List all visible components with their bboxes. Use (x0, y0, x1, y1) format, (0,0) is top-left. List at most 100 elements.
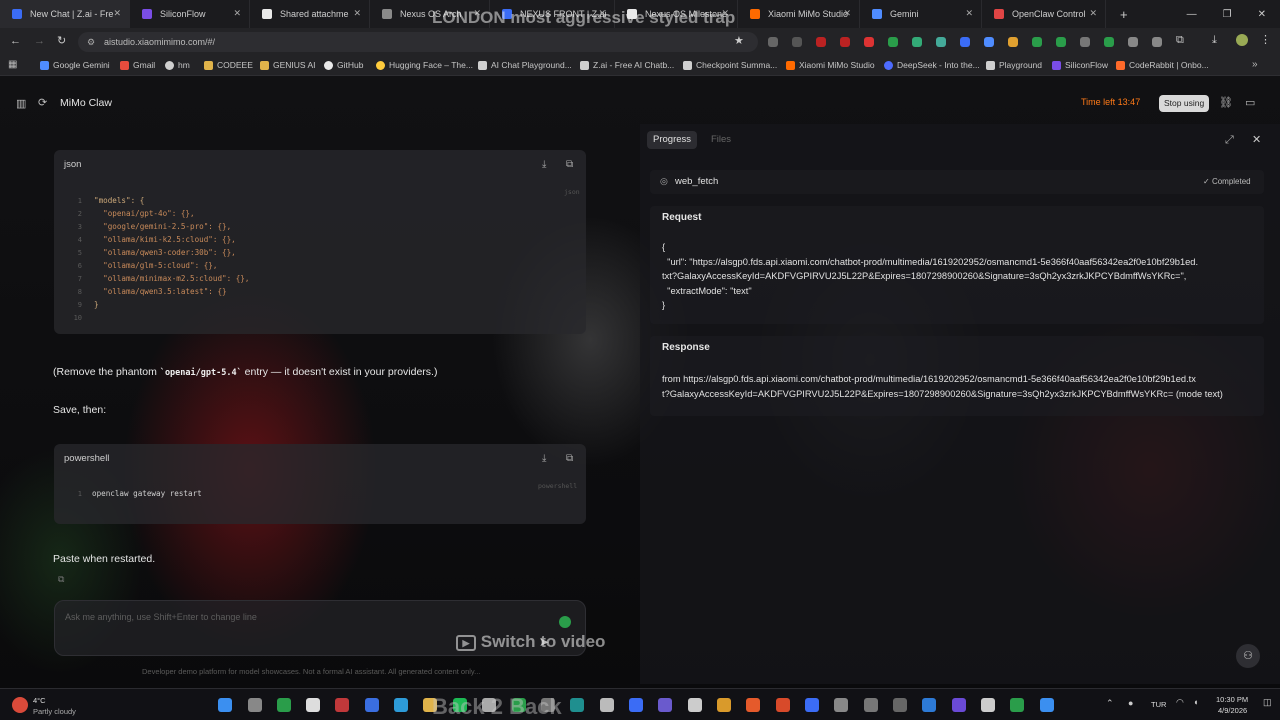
close-tab-icon[interactable]: ✕ (1089, 8, 1097, 19)
bookmark-item[interactable]: Hugging Face – The... (376, 60, 473, 70)
download-icon[interactable]: ⤓ (542, 453, 546, 464)
bookmark-item[interactable]: Xiaomi MiMo Studio (786, 60, 875, 70)
taskbar-app-icon[interactable] (776, 698, 790, 712)
extension-icon[interactable] (816, 37, 826, 47)
copy-message-icon[interactable]: ⧉ (58, 574, 64, 585)
browser-tab[interactable]: SiliconFlow ✕ (130, 0, 250, 28)
bookmark-folder[interactable]: CODEEE (204, 60, 253, 70)
taskbar-app-icon[interactable] (335, 698, 349, 712)
bookmark-item[interactable]: Playground (986, 60, 1042, 70)
back-icon[interactable]: ← (10, 35, 21, 47)
extension-icon[interactable] (864, 37, 874, 47)
model-indicator-icon[interactable] (559, 616, 571, 628)
taskbar-app-icon[interactable] (306, 698, 320, 712)
vscode-icon[interactable] (922, 698, 936, 712)
minimize-icon[interactable]: — (1187, 9, 1197, 20)
close-tab-icon[interactable]: ✕ (353, 8, 361, 19)
bookmark-item[interactable]: AI Chat Playground... (478, 60, 572, 70)
tab-progress[interactable]: Progress (647, 131, 698, 149)
tab-files[interactable]: Files (711, 134, 731, 145)
clock-date[interactable]: 4/9/2026 (1218, 706, 1247, 715)
extension-icon[interactable] (1032, 37, 1042, 47)
taskbar-app-icon[interactable] (629, 698, 643, 712)
taskbar-app-icon[interactable] (952, 698, 966, 712)
taskbar-app-icon[interactable] (1010, 698, 1024, 712)
taskbar-app-icon[interactable] (365, 698, 379, 712)
forward-icon[interactable]: → (34, 35, 45, 47)
extension-icon[interactable] (984, 37, 994, 47)
browser-tab[interactable]: OpenClaw Control ✕ (982, 0, 1106, 28)
extension-icon[interactable] (888, 37, 898, 47)
close-tab-icon[interactable]: ✕ (233, 8, 241, 19)
site-info-icon[interactable]: ⚙ (87, 32, 95, 52)
extension-icon[interactable] (1008, 37, 1018, 47)
close-tab-icon[interactable]: ✕ (965, 8, 973, 19)
taskbar-app-icon[interactable] (658, 698, 672, 712)
url-bar[interactable]: ⚙ aistudio.xiaomimimo.com/#/ (78, 32, 758, 52)
bookmark-item[interactable]: SiliconFlow (1052, 60, 1108, 70)
extension-icon[interactable] (936, 37, 946, 47)
bookmark-star-icon[interactable]: ★ (734, 34, 744, 47)
download-icon[interactable]: ⤓ (542, 159, 546, 170)
new-chat-icon[interactable]: ⟳ (38, 96, 47, 109)
bookmark-item[interactable]: hm (165, 60, 190, 70)
extension-icon[interactable] (840, 37, 850, 47)
edge-browser-icon[interactable] (394, 698, 408, 712)
extension-icon[interactable] (912, 37, 922, 47)
taskbar-app-icon[interactable] (981, 698, 995, 712)
bookmark-item[interactable]: Gmail (120, 60, 155, 70)
share-link-icon[interactable]: ⛓ (1219, 96, 1233, 109)
profile-avatar[interactable] (1236, 34, 1248, 46)
taskbar-app-icon[interactable] (688, 698, 702, 712)
switch-to-video-overlay[interactable]: ▶ Switch to video (456, 632, 605, 652)
taskbar-app-icon[interactable] (805, 698, 819, 712)
taskbar-app-icon[interactable] (600, 698, 614, 712)
download-icon[interactable]: ⤓ (1212, 34, 1217, 47)
stop-using-button[interactable]: Stop using (1159, 95, 1210, 112)
extension-icon[interactable] (1056, 37, 1066, 47)
close-panel-icon[interactable]: ✕ (1252, 133, 1261, 146)
clock-time[interactable]: 10:30 PM (1216, 695, 1248, 704)
weather-icon[interactable] (12, 697, 28, 713)
taskbar-app-icon[interactable] (834, 698, 848, 712)
taskbar-app-icon[interactable] (864, 698, 878, 712)
browser-tab[interactable]: Shared attachme ✕ (250, 0, 370, 28)
extension-icon[interactable] (960, 37, 970, 47)
close-tab-icon[interactable]: ✕ (843, 8, 851, 19)
folder-icon[interactable]: ▭ (1245, 96, 1255, 109)
extension-icon[interactable] (768, 37, 778, 47)
extension-icon[interactable] (1128, 37, 1138, 47)
input-language[interactable]: TUR (1151, 700, 1166, 709)
bookmark-item[interactable]: CodeRabbit | Onbo... (1116, 60, 1209, 70)
copy-icon[interactable]: ⧉ (566, 159, 573, 170)
menu-kebab-icon[interactable]: ⋮ (1260, 33, 1271, 46)
start-windows-icon[interactable] (218, 698, 232, 712)
browser-tab[interactable]: New Chat | Z.ai - Fre ✕ (0, 0, 130, 28)
terminal-icon[interactable] (893, 698, 907, 712)
search-icon[interactable] (248, 698, 262, 712)
bookmark-item[interactable]: Google Gemini (40, 60, 110, 70)
maximize-icon[interactable]: ❐ (1223, 9, 1232, 20)
wifi-icon[interactable]: ◠ (1176, 697, 1184, 708)
browser-tab[interactable]: Gemini ✕ (860, 0, 982, 28)
bookmark-item[interactable]: DeepSeek - Into the... (884, 60, 980, 70)
bookmark-item[interactable]: GitHub (324, 60, 363, 70)
reload-icon[interactable]: ↻ (57, 34, 66, 47)
browser-tab[interactable]: Xiaomi MiMo Studio ✕ (738, 0, 860, 28)
extension-icon[interactable] (1080, 37, 1090, 47)
extension-icon[interactable] (792, 37, 802, 47)
copy-icon[interactable]: ⧉ (566, 453, 573, 464)
bookmark-folder[interactable]: GENIUS AI (260, 60, 316, 70)
bookmark-item[interactable]: Checkpoint Summa... (683, 60, 777, 70)
new-tab-button[interactable]: + (1106, 7, 1128, 22)
close-window-icon[interactable]: ✕ (1258, 9, 1266, 20)
bookmark-item[interactable]: Z.ai - Free AI Chatb... (580, 60, 674, 70)
assistant-bot-icon[interactable]: ⚇ (1236, 644, 1260, 668)
extension-icon[interactable] (1104, 37, 1114, 47)
taskbar-app-icon[interactable] (570, 698, 584, 712)
more-bookmarks-icon[interactable]: » (1252, 59, 1258, 70)
tray-overflow-icon[interactable]: ⌃ (1106, 698, 1114, 709)
notifications-icon[interactable]: ◫ (1263, 697, 1272, 708)
close-tab-icon[interactable]: ✕ (113, 8, 121, 19)
extensions-puzzle-icon[interactable]: ⧉ (1176, 34, 1184, 47)
